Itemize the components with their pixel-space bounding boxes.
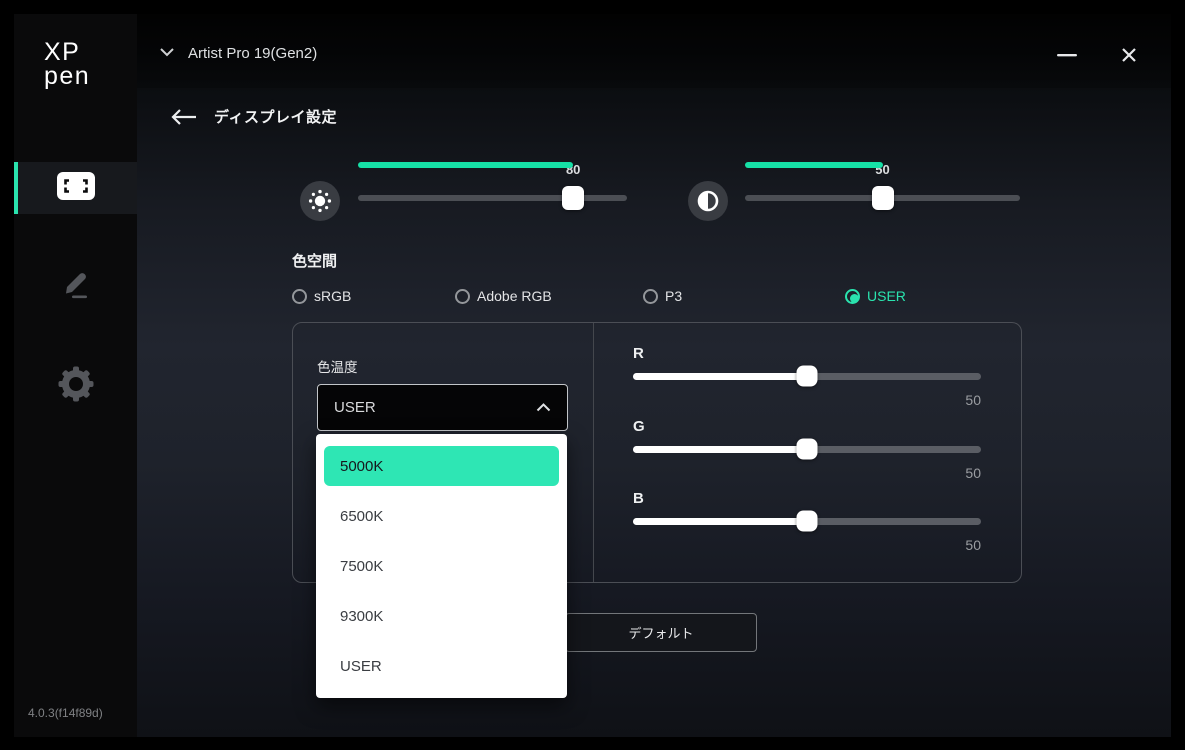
close-button[interactable] bbox=[1109, 40, 1149, 70]
contrast-fill bbox=[745, 162, 883, 168]
b-slider[interactable] bbox=[633, 510, 981, 532]
color-space-options: sRGB Adobe RGB P3 USER bbox=[292, 288, 1022, 310]
b-handle[interactable] bbox=[797, 511, 818, 532]
g-value: 50 bbox=[633, 465, 981, 481]
main-area: Artist Pro 19(Gen2) ディスプレイ設定 bbox=[137, 14, 1171, 737]
panel-divider bbox=[593, 323, 594, 582]
page-title: ディスプレイ設定 bbox=[214, 106, 337, 127]
dropdown-option-9300k[interactable]: 9300K bbox=[324, 596, 559, 636]
color-temp-selected: USER bbox=[334, 399, 376, 416]
contrast-slider[interactable]: 50 bbox=[745, 162, 1020, 218]
device-selector[interactable]: Artist Pro 19(Gen2) bbox=[159, 44, 317, 62]
chevron-down-icon bbox=[159, 44, 175, 62]
xppen-logo: XP pen bbox=[44, 40, 90, 88]
sidebar: XP pen bbox=[14, 14, 137, 737]
radio-label: USER bbox=[867, 288, 906, 304]
default-button-label: デフォルト bbox=[628, 623, 693, 642]
dropdown-option-7500k[interactable]: 7500K bbox=[324, 546, 559, 586]
radio-adobe-rgb[interactable]: Adobe RGB bbox=[455, 288, 552, 304]
b-value: 50 bbox=[633, 537, 981, 553]
back-arrow-icon[interactable] bbox=[170, 108, 197, 126]
contrast-handle[interactable] bbox=[872, 186, 894, 210]
color-temp-dropdown: 5000K 6500K 7500K 9300K USER bbox=[316, 434, 567, 698]
radio-p3[interactable]: P3 bbox=[643, 288, 682, 304]
r-slider[interactable] bbox=[633, 365, 981, 387]
app-version: 4.0.3(f14f89d) bbox=[28, 706, 103, 720]
pen-icon bbox=[59, 265, 93, 306]
sidebar-item-display-settings[interactable] bbox=[14, 162, 137, 214]
chevron-up-icon bbox=[536, 399, 551, 417]
display-area-icon bbox=[56, 171, 96, 206]
radio-label: Adobe RGB bbox=[477, 288, 552, 304]
sidebar-item-app-settings[interactable] bbox=[14, 360, 137, 412]
contrast-icon bbox=[688, 181, 728, 221]
color-space-label: 色空間 bbox=[292, 250, 337, 271]
radio-circle bbox=[845, 289, 860, 304]
channel-label: R bbox=[633, 345, 981, 365]
brightness-slider[interactable]: 80 bbox=[358, 162, 627, 218]
brightness-fill bbox=[358, 162, 573, 168]
gear-icon bbox=[57, 365, 95, 408]
brightness-icon bbox=[300, 181, 340, 221]
radio-circle bbox=[292, 289, 307, 304]
device-name: Artist Pro 19(Gen2) bbox=[188, 45, 317, 62]
g-fill bbox=[633, 446, 807, 453]
logo-line1: XP bbox=[44, 40, 90, 64]
channel-label: G bbox=[633, 418, 981, 438]
channel-label: B bbox=[633, 490, 981, 510]
radio-srgb[interactable]: sRGB bbox=[292, 288, 351, 304]
page-header: ディスプレイ設定 bbox=[170, 106, 337, 127]
g-handle[interactable] bbox=[797, 439, 818, 460]
logo-line2: pen bbox=[44, 64, 90, 88]
radio-label: sRGB bbox=[314, 288, 351, 304]
default-button[interactable]: デフォルト bbox=[565, 613, 757, 652]
dropdown-option-6500k[interactable]: 6500K bbox=[324, 496, 559, 536]
rgb-row-g: G 50 bbox=[633, 418, 981, 484]
radio-circle bbox=[455, 289, 470, 304]
sidebar-item-pen-settings[interactable] bbox=[14, 259, 137, 311]
r-value: 50 bbox=[633, 392, 981, 408]
rgb-row-r: R 50 bbox=[633, 345, 981, 411]
b-fill bbox=[633, 518, 807, 525]
rgb-row-b: B 50 bbox=[633, 490, 981, 556]
brightness-track[interactable] bbox=[358, 195, 627, 201]
app-window: XP pen bbox=[14, 14, 1171, 737]
minimize-button[interactable] bbox=[1047, 40, 1087, 70]
brightness-handle[interactable] bbox=[562, 186, 584, 210]
g-slider[interactable] bbox=[633, 438, 981, 460]
dropdown-option-user[interactable]: USER bbox=[324, 646, 559, 686]
color-temp-select[interactable]: USER bbox=[317, 384, 568, 431]
r-fill bbox=[633, 373, 807, 380]
dropdown-option-5000k[interactable]: 5000K bbox=[324, 446, 559, 486]
radio-label: P3 bbox=[665, 288, 682, 304]
radio-user[interactable]: USER bbox=[845, 288, 906, 304]
color-temp-label: 色温度 bbox=[317, 356, 358, 376]
r-handle[interactable] bbox=[797, 366, 818, 387]
screenshot-root: XP pen bbox=[0, 0, 1185, 750]
radio-circle bbox=[643, 289, 658, 304]
